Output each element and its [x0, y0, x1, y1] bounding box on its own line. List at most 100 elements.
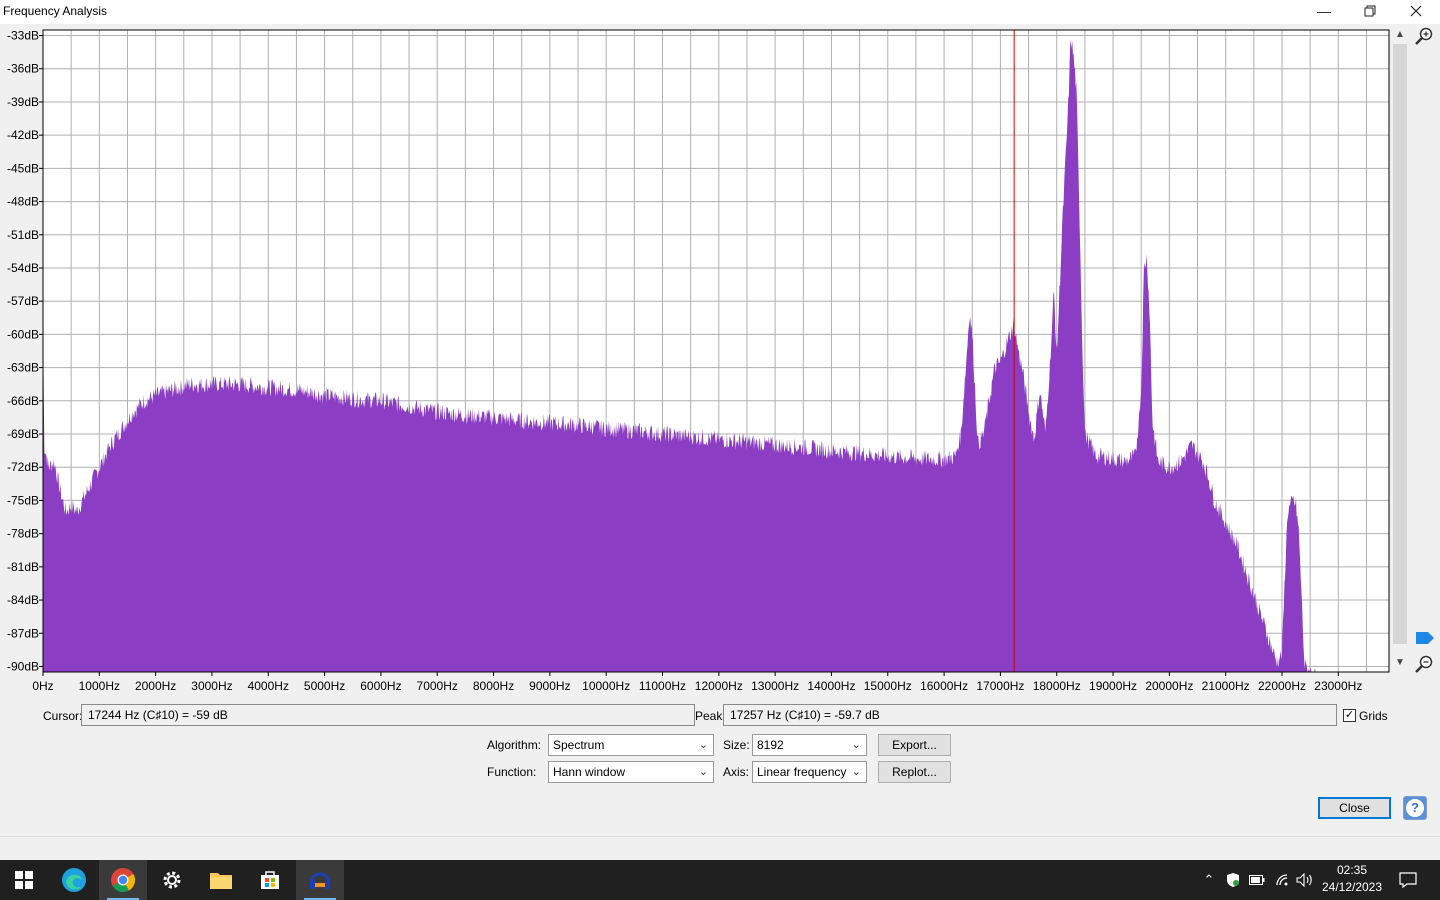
- export-button[interactable]: Export...: [878, 734, 951, 756]
- audacity-icon: [309, 872, 331, 889]
- y-tick-label: -60dB: [7, 327, 39, 341]
- y-tick-label: -90dB: [7, 659, 39, 673]
- tray-overflow[interactable]: ⌃: [1200, 860, 1218, 900]
- size-select[interactable]: 8192 ⌄: [752, 734, 867, 756]
- chrome-icon: [111, 868, 136, 893]
- vertical-scrollbar[interactable]: ▲ ▼: [1391, 24, 1409, 674]
- help-icon: ?: [1406, 799, 1424, 817]
- divider: [0, 836, 1440, 837]
- help-button[interactable]: ?: [1403, 796, 1427, 820]
- y-tick-label: -45dB: [7, 161, 39, 175]
- x-tick-label: 12000Hz: [695, 679, 743, 693]
- x-tick-label: 8000Hz: [473, 679, 514, 693]
- x-tick-label: 11000Hz: [639, 679, 686, 693]
- clock-date: 24/12/2023: [1321, 880, 1383, 894]
- clock[interactable]: 02:35 24/12/2023: [1318, 862, 1386, 896]
- y-tick-label: -78dB: [7, 527, 39, 541]
- algorithm-label: Algorithm:: [487, 738, 542, 752]
- axis-select[interactable]: Linear frequency ⌄: [752, 761, 867, 783]
- taskbar-store[interactable]: [246, 860, 294, 900]
- peak-readout: 17257 Hz (C♯10) = -59.7 dB: [723, 704, 1337, 726]
- function-label: Function:: [487, 765, 537, 779]
- x-tick-label: 21000Hz: [1202, 679, 1250, 693]
- chevron-up-icon: ⌃: [1203, 872, 1215, 887]
- y-tick-label: -75dB: [7, 493, 39, 507]
- axis-label: Axis:: [723, 765, 750, 779]
- taskbar-chrome[interactable]: [99, 860, 147, 900]
- edge-icon: [62, 868, 86, 892]
- start-icon: [15, 871, 33, 889]
- x-tick-label: 5000Hz: [304, 679, 345, 693]
- x-tick-label: 14000Hz: [807, 679, 855, 693]
- y-tick-label: -36dB: [7, 62, 39, 76]
- x-tick-label: 20000Hz: [1145, 679, 1193, 693]
- tray-battery[interactable]: [1248, 860, 1266, 900]
- restore-icon: [1364, 5, 1376, 17]
- replot-button[interactable]: Replot...: [878, 761, 951, 783]
- zoom-in-icon[interactable]: [1413, 26, 1435, 48]
- restore-button[interactable]: [1347, 0, 1393, 22]
- size-label: Size:: [723, 738, 750, 752]
- size-value: 8192: [757, 738, 784, 752]
- zoom-out-icon[interactable]: [1413, 654, 1435, 676]
- function-value: Hann window: [553, 765, 626, 779]
- y-tick-label: -51dB: [7, 228, 39, 242]
- close-button[interactable]: Close: [1318, 797, 1391, 819]
- taskbar-file-explorer[interactable]: [197, 860, 245, 900]
- title-bar: Frequency Analysis —: [0, 0, 1440, 24]
- taskbar-edge[interactable]: [50, 860, 98, 900]
- peak-label: Peak:: [695, 709, 726, 723]
- volume-icon: [1296, 873, 1312, 887]
- chevron-down-icon: ⌄: [698, 766, 708, 778]
- chevron-down-icon: ⌄: [698, 739, 708, 751]
- x-tick-label: 2000Hz: [135, 679, 176, 693]
- close-window-button[interactable]: [1393, 0, 1439, 22]
- x-tick-label: 15000Hz: [864, 679, 912, 693]
- start-button[interactable]: [0, 860, 48, 900]
- y-tick-label: -54dB: [7, 261, 39, 275]
- function-select[interactable]: Hann window ⌄: [548, 761, 714, 783]
- algorithm-select[interactable]: Spectrum ⌄: [548, 734, 714, 756]
- file-explorer-icon: [210, 873, 232, 889]
- y-tick-label: -69dB: [7, 427, 39, 441]
- x-tick-label: 23000Hz: [1314, 679, 1362, 693]
- x-tick-label: 9000Hz: [529, 679, 570, 693]
- x-tick-label: 4000Hz: [248, 679, 289, 693]
- cursor-label: Cursor:: [43, 709, 83, 723]
- y-tick-label: -57dB: [7, 294, 39, 308]
- minimize-button[interactable]: —: [1301, 0, 1347, 22]
- y-tick-label: -66dB: [7, 394, 39, 408]
- minimize-icon: —: [1317, 3, 1331, 19]
- x-tick-label: 17000Hz: [976, 679, 1024, 693]
- scroll-down-icon[interactable]: ▼: [1393, 656, 1407, 670]
- tray-network[interactable]: [1274, 860, 1292, 900]
- tray-security[interactable]: [1224, 860, 1242, 900]
- x-tick-label: 22000Hz: [1258, 679, 1306, 693]
- y-tick-label: -84dB: [7, 593, 39, 607]
- spectrum-chart[interactable]: -33dB -36dB -39dB -42dB -45dB -48dB -51dB -54dB…: [0, 24, 1440, 700]
- x-tick-label: 13000Hz: [751, 679, 799, 693]
- taskbar-audacity[interactable]: [296, 860, 344, 900]
- y-tick-label: -39dB: [7, 95, 39, 109]
- clock-time: 02:35: [1336, 863, 1368, 877]
- axis-value: Linear frequency: [757, 765, 847, 779]
- close-icon: [1410, 5, 1422, 17]
- window-title: Frequency Analysis: [3, 4, 108, 18]
- x-tick-label: 18000Hz: [1033, 679, 1081, 693]
- y-tick-label: -81dB: [7, 560, 39, 574]
- scroll-track[interactable]: [1393, 44, 1407, 644]
- notifications-button[interactable]: [1396, 860, 1420, 900]
- cursor-readout: 17244 Hz (C♯10) = -59 dB: [81, 704, 695, 726]
- x-tick-label: 19000Hz: [1089, 679, 1137, 693]
- x-tick-label: 3000Hz: [191, 679, 232, 693]
- store-icon: [261, 871, 279, 889]
- taskbar-settings[interactable]: [148, 860, 196, 900]
- tray-volume[interactable]: [1296, 860, 1314, 900]
- notification-icon: [1399, 872, 1417, 888]
- zoom-slider-thumb[interactable]: [1416, 632, 1434, 644]
- grids-checkbox[interactable]: ✓: [1343, 709, 1356, 722]
- x-tick-label: 7000Hz: [417, 679, 458, 693]
- wifi-icon: [1276, 874, 1288, 886]
- scroll-up-icon[interactable]: ▲: [1393, 28, 1407, 42]
- algorithm-value: Spectrum: [553, 738, 605, 752]
